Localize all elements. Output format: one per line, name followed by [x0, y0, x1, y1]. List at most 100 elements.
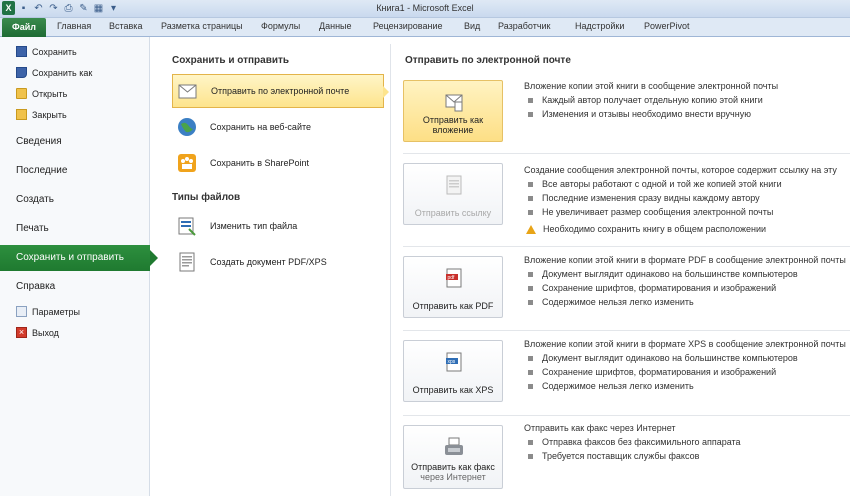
tab-file[interactable]: Файл: [2, 18, 46, 37]
separator: [403, 153, 850, 154]
svg-text:xps: xps: [448, 359, 456, 365]
attach-bullet-text: Изменения и отзывы необходимо внести вру…: [542, 109, 751, 119]
folder-icon: [16, 88, 27, 99]
save-icon: [16, 46, 27, 57]
item-send-email[interactable]: Отправить по электронной почте: [172, 74, 389, 108]
xps-bullet: Документ выглядит одинаково на большинст…: [524, 353, 798, 363]
tab-insert[interactable]: Вставка: [109, 21, 142, 31]
tab-add-ins[interactable]: Надстройки: [575, 21, 624, 31]
link-desc: Создание сообщения электронной почты, ко…: [524, 165, 837, 175]
nav-help[interactable]: Справка: [0, 274, 150, 300]
xps-bullet: Содержимое нельзя легко изменить: [524, 381, 694, 391]
tab-formulas[interactable]: Формулы: [261, 21, 300, 31]
xps-bullet-text: Документ выглядит одинаково на большинст…: [542, 353, 798, 363]
warning-icon: [526, 224, 536, 234]
section-title-file-types: Типы файлов: [172, 192, 241, 203]
item-save-sharepoint-label: Сохранить в SharePoint: [210, 158, 310, 168]
svg-text:pdf: pdf: [448, 275, 456, 281]
pdf-bullet: Содержимое нельзя легко изменить: [524, 297, 694, 307]
item-change-file-type-label: Изменить тип файла: [210, 221, 298, 231]
item-change-file-type[interactable]: Изменить тип файла: [172, 209, 384, 243]
send-as-xps-label: Отправить как XPS: [412, 385, 494, 395]
send-as-pdf-button[interactable]: pdf Отправить как PDF: [403, 256, 503, 318]
item-create-pdf-xps-label: Создать документ PDF/XPS: [210, 257, 327, 267]
link-bullet: Последние изменения сразу видны каждому …: [524, 193, 760, 203]
fax-bullet-text: Требуется поставщик службы факсов: [542, 451, 700, 461]
tab-review[interactable]: Рецензирование: [373, 21, 443, 31]
pdf-icon: pdf: [446, 268, 462, 288]
send-as-xps-button[interactable]: xps Отправить как XPS: [403, 340, 503, 402]
nav-new[interactable]: Создать: [0, 187, 150, 213]
item-save-web[interactable]: Сохранить на веб-сайте: [172, 110, 384, 144]
link-bullet-text: Все авторы работают с одной и той же коп…: [542, 179, 782, 189]
link-bullet-text: Не увеличивает размер сообщения электрон…: [542, 207, 774, 217]
section-title-save-send: Сохранить и отправить: [172, 55, 290, 66]
tab-developer[interactable]: Разработчик: [498, 21, 550, 31]
backstage-nav: Сохранить Сохранить как Открыть Закрыть …: [0, 37, 158, 496]
nav-options-label: Параметры: [32, 306, 80, 317]
sharepoint-icon: [176, 152, 198, 174]
send-link-button[interactable]: Отправить ссылку: [403, 163, 503, 225]
attach-bullet-text: Каждый автор получает отдельную копию эт…: [542, 95, 763, 105]
send-link-label: Отправить ссылку: [414, 208, 492, 218]
change-file-type-icon: [176, 215, 198, 237]
options-icon: [16, 306, 27, 317]
globe-icon: [176, 116, 198, 138]
separator: [403, 246, 850, 247]
nav-save-as-label: Сохранить как: [32, 67, 93, 78]
send-as-pdf-label: Отправить как PDF: [412, 301, 494, 311]
item-send-email-label: Отправить по электронной почте: [211, 86, 350, 96]
pdf-xps-document-icon: [176, 251, 198, 273]
title-bar: X ▪ ↶ ↷ ⎙ ✎ ▦ ▾ Книга1 - Microsoft Excel: [0, 0, 850, 18]
nav-info[interactable]: Сведения: [0, 129, 150, 155]
item-create-pdf-xps[interactable]: Создать документ PDF/XPS: [172, 245, 384, 279]
send-as-fax-sublabel: через Интернет: [420, 472, 486, 482]
xps-bullet: Сохранение шрифтов, форматирования и изо…: [524, 367, 776, 377]
fax-icon: [445, 437, 463, 455]
item-save-sharepoint[interactable]: Сохранить в SharePoint: [172, 146, 384, 180]
fax-bullet: Отправка факсов без факсимильного аппара…: [524, 437, 741, 447]
link-bullet-text: Последние изменения сразу видны каждому …: [542, 193, 760, 203]
nav-save-label: Сохранить: [32, 46, 77, 57]
send-as-fax-button[interactable]: Отправить как факс через Интернет: [403, 425, 503, 489]
link-bullet: Не увеличивает размер сообщения электрон…: [524, 207, 773, 217]
pdf-bullet: Документ выглядит одинаково на большинст…: [524, 269, 798, 279]
ribbon-tabs: Файл Главная Вставка Разметка страницы Ф…: [0, 18, 850, 37]
fax-bullet: Требуется поставщик службы факсов: [524, 451, 699, 461]
nav-save-as[interactable]: Сохранить как: [16, 67, 92, 78]
attach-bullet: Изменения и отзывы необходимо внести вру…: [524, 109, 751, 119]
nav-close-label: Закрыть: [32, 109, 67, 120]
close-file-icon: [16, 109, 27, 120]
exit-icon: ×: [16, 327, 27, 338]
nav-exit-label: Выход: [32, 327, 59, 338]
link-document-icon: [446, 175, 462, 195]
pdf-bullet-text: Содержимое нельзя легко изменить: [542, 297, 694, 307]
nav-save-and-send[interactable]: Сохранить и отправить: [0, 245, 158, 271]
xps-bullet-text: Содержимое нельзя легко изменить: [542, 381, 694, 391]
attach-bullet: Каждый автор получает отдельную копию эт…: [524, 95, 763, 105]
nav-options[interactable]: Параметры: [16, 306, 80, 317]
nav-save[interactable]: Сохранить: [16, 46, 77, 57]
pdf-bullet-text: Сохранение шрифтов, форматирования и изо…: [542, 283, 777, 293]
send-as-attachment-button[interactable]: Отправить как вложение: [403, 80, 503, 142]
save-as-icon: [16, 67, 27, 78]
tab-data[interactable]: Данные: [319, 21, 352, 31]
email-attachment-icon: [445, 94, 463, 112]
fax-bullet-text: Отправка факсов без факсимильного аппара…: [542, 437, 741, 447]
nav-exit[interactable]: × Выход: [16, 327, 59, 338]
send-as-fax-label: Отправить как факс: [411, 462, 495, 472]
nav-close[interactable]: Закрыть: [16, 109, 67, 120]
fax-desc: Отправить как факс через Интернет: [524, 423, 676, 433]
panel-title: Отправить по электронной почте: [405, 55, 571, 66]
tab-home[interactable]: Главная: [57, 21, 91, 31]
send-as-attachment-label: Отправить как вложение: [422, 115, 484, 135]
tab-view[interactable]: Вид: [464, 21, 480, 31]
nav-recent[interactable]: Последние: [0, 158, 150, 184]
tab-powerpivot[interactable]: PowerPivot: [644, 21, 690, 31]
nav-print[interactable]: Печать: [0, 216, 150, 242]
nav-open-label: Открыть: [32, 88, 68, 99]
envelope-icon: [177, 80, 199, 102]
tab-page-layout[interactable]: Разметка страницы: [161, 21, 243, 31]
column-divider: [390, 44, 391, 496]
nav-open[interactable]: Открыть: [16, 88, 67, 99]
